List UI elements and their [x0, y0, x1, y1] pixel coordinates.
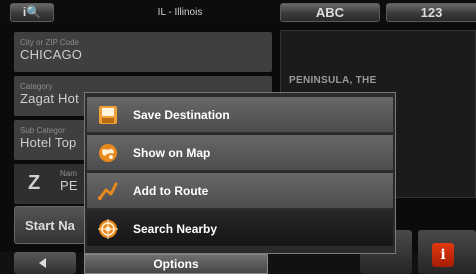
options-button[interactable]: Options	[84, 254, 268, 274]
result-title: PENINSULA, THE	[289, 75, 377, 86]
info-icon[interactable]: i	[432, 243, 454, 267]
name-field-label: Nam	[60, 169, 77, 178]
route-icon	[98, 182, 118, 200]
top-bar: i🔍 IL - Illinois ABC 123	[0, 0, 476, 24]
subcategory-field-value: Hotel Top	[20, 135, 77, 150]
menu-item-show-on-map[interactable]: Show on Map	[87, 135, 393, 171]
options-popup-menu: Save Destination Show on Map Add to Rout…	[84, 92, 396, 254]
tab-abc[interactable]: ABC	[280, 3, 380, 22]
zagat-z-icon: Z	[28, 172, 41, 194]
menu-item-label: Add to Route	[133, 184, 209, 198]
category-field-label: Category	[20, 82, 53, 91]
info-search-button[interactable]: i🔍	[10, 3, 54, 22]
menu-item-save-destination[interactable]: Save Destination	[87, 97, 393, 133]
save-destination-icon	[99, 106, 117, 124]
menu-item-label: Show on Map	[133, 146, 211, 160]
target-icon	[98, 219, 118, 239]
back-arrow-icon	[39, 258, 46, 268]
menu-item-label: Save Destination	[133, 108, 230, 122]
category-field-value: Zagat Hot	[20, 91, 79, 106]
subcategory-field-label: Sub Categor	[20, 126, 65, 135]
city-field-label: City or ZIP Code	[20, 38, 79, 47]
menu-item-label: Search Nearby	[133, 222, 218, 236]
city-field-value: CHICAGO	[20, 47, 83, 62]
menu-item-add-to-route[interactable]: Add to Route	[87, 173, 393, 209]
back-button[interactable]	[14, 252, 76, 274]
state-label: IL - Illinois	[157, 7, 203, 18]
menu-item-search-nearby[interactable]: Search Nearby	[87, 211, 393, 247]
city-field[interactable]: City or ZIP Code CHICAGO	[14, 32, 272, 72]
globe-icon	[99, 144, 117, 162]
name-field-value: PE	[60, 178, 78, 193]
tab-123[interactable]: 123	[386, 3, 476, 22]
